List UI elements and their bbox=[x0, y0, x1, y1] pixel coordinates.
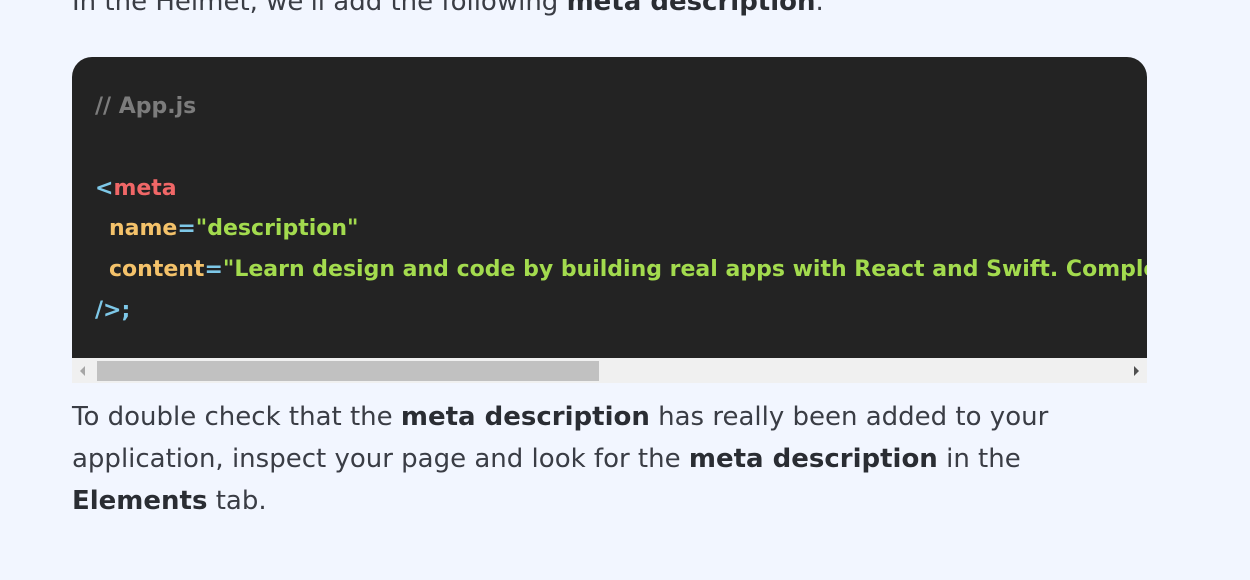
paragraph-text: tab. bbox=[207, 486, 267, 516]
scroll-left-arrow-icon[interactable] bbox=[80, 366, 85, 376]
code-line-1: <meta bbox=[95, 174, 177, 204]
bold-term-elements: Elements bbox=[72, 486, 208, 516]
code-attr-name: name bbox=[109, 216, 178, 241]
code-content-value: "Learn design and code by building real … bbox=[222, 257, 1147, 282]
article-page: In the Helmet, we'll add the following m… bbox=[0, 0, 1250, 580]
scrollbar-thumb[interactable] bbox=[97, 361, 599, 381]
paragraph-text: in the bbox=[937, 444, 1021, 474]
code-comment: // App.js bbox=[95, 94, 197, 119]
code-self-close: />; bbox=[95, 298, 131, 323]
code-open-bracket: < bbox=[95, 176, 114, 201]
code-block: // App.js <meta name="description" conte… bbox=[72, 57, 1147, 383]
bold-term-meta-description: meta description bbox=[688, 444, 938, 474]
intro-text-after: . bbox=[815, 0, 824, 17]
code-equals: = bbox=[177, 216, 196, 241]
paragraph-text: To double check that the bbox=[72, 402, 401, 432]
intro-sentence: In the Helmet, we'll add the following m… bbox=[72, 0, 824, 20]
code-content[interactable]: // App.js <meta name="description" conte… bbox=[72, 57, 1147, 358]
intro-text-before: In the Helmet, we'll add the following bbox=[72, 0, 567, 17]
scroll-right-arrow-icon[interactable] bbox=[1134, 366, 1139, 376]
horizontal-scrollbar[interactable] bbox=[72, 358, 1147, 383]
code-comment-line: // App.js bbox=[95, 92, 196, 122]
code-equals: = bbox=[204, 257, 223, 282]
code-line-3: content="Learn design and code by buildi… bbox=[109, 255, 1147, 285]
explanation-paragraph: To double check that the meta descriptio… bbox=[72, 396, 1072, 522]
bold-term-meta-description: meta description bbox=[400, 402, 650, 432]
code-attr-value: "description" bbox=[195, 216, 359, 241]
code-line-2: name="description" bbox=[109, 214, 359, 244]
code-line-4: />; bbox=[95, 296, 130, 326]
intro-bold-term: meta description bbox=[566, 0, 816, 17]
code-tag-name: meta bbox=[113, 176, 177, 201]
code-attr-content: content bbox=[109, 257, 205, 282]
